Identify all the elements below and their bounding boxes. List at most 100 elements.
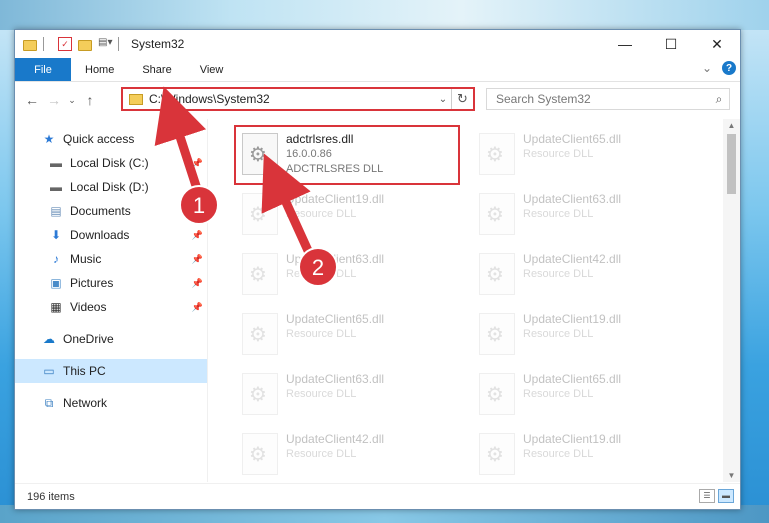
close-button[interactable]: ✕ — [694, 30, 740, 58]
divider — [43, 37, 44, 51]
chevron-down-icon[interactable]: ⌄ — [435, 94, 451, 105]
forward-icon[interactable]: → — [43, 92, 65, 108]
item-count: 196 items — [27, 490, 75, 503]
sidebar-item-label: Local Disk (C:) — [70, 156, 149, 170]
scrollbar-thumb[interactable] — [727, 134, 736, 194]
pin-icon[interactable]: 📌 — [192, 278, 203, 289]
tab-home[interactable]: Home — [71, 58, 128, 81]
file-item[interactable]: UpdateClient63.dll Resource DLL — [234, 367, 458, 425]
computer-icon: ▭ — [43, 364, 55, 378]
file-type: Resource DLL — [286, 268, 357, 280]
dll-file-icon — [479, 133, 515, 175]
window-controls: — ☐ ✕ — [602, 30, 740, 58]
customize-quick-access-icon[interactable]: ▤▾ — [98, 37, 112, 51]
dll-file-icon — [242, 313, 278, 355]
file-item[interactable]: UpdateClient65.dll Resource DLL — [234, 307, 458, 365]
address-bar[interactable]: C:\Windows\System32 ⌄ ↻ — [121, 87, 475, 111]
sidebar-item-label: Network — [63, 396, 108, 410]
dll-file-icon — [479, 313, 515, 355]
details-view-icon[interactable]: ☰ — [699, 489, 715, 503]
sidebar-item-label: Quick access — [63, 132, 135, 146]
recent-locations-icon[interactable]: ⌄ — [65, 95, 79, 106]
file-item[interactable]: UpdateClient19.dll Resource DLL — [471, 307, 695, 365]
file-type: Resource DLL — [523, 328, 594, 340]
file-item[interactable]: UpdateClient42.dll Resource DLL — [234, 427, 458, 482]
file-item[interactable]: UpdateClient65.dll Resource DLL — [471, 367, 695, 425]
pin-icon[interactable]: 📌 — [192, 302, 203, 313]
sidebar-item-onedrive[interactable]: ☁ OneDrive — [15, 327, 207, 351]
sidebar-item-label: This PC — [63, 364, 106, 378]
sidebar-item-label: Pictures — [70, 276, 114, 290]
tab-share[interactable]: Share — [128, 58, 185, 81]
search-icon[interactable]: ⌕ — [709, 92, 729, 107]
search-box[interactable]: Search System32 ⌕ — [486, 88, 730, 110]
window-title: System32 — [131, 37, 185, 51]
sidebar-item-videos[interactable]: ▦ Videos 📌 — [15, 295, 207, 319]
divider — [118, 37, 119, 51]
address-path[interactable]: C:\Windows\System32 — [149, 92, 435, 106]
file-item[interactable]: UpdateClient63.dll Resource DLL — [234, 247, 458, 305]
dll-file-icon — [479, 253, 515, 295]
file-item[interactable]: UpdateClient19.dll Resource DLL — [234, 187, 458, 245]
sidebar-item-local-disk-d[interactable]: ▬ Local Disk (D:) — [15, 175, 207, 199]
star-icon: ★ — [43, 132, 55, 146]
sidebar-item-documents[interactable]: ▤ Documents — [15, 199, 207, 223]
expand-ribbon-icon[interactable]: ⌄ — [702, 61, 712, 75]
refresh-icon[interactable]: ↻ — [451, 89, 473, 109]
download-icon: ⬇ — [50, 228, 62, 242]
file-item[interactable]: UpdateClient42.dll Resource DLL — [471, 247, 695, 305]
file-name: UpdateClient65.dll — [523, 372, 622, 386]
pin-icon[interactable]: 📌 — [192, 158, 203, 169]
file-type: Resource DLL — [523, 268, 594, 280]
dll-file-icon — [242, 253, 278, 295]
sidebar-item-quick-access[interactable]: ★ Quick access — [15, 127, 207, 151]
maximize-button[interactable]: ☐ — [648, 30, 694, 58]
vertical-scrollbar[interactable]: ▲ ▼ — [723, 119, 740, 482]
help-icon[interactable]: ? — [722, 61, 736, 75]
sidebar-item-local-disk-c[interactable]: ▬ Local Disk (C:) 📌 — [15, 151, 207, 175]
videos-icon: ▦ — [50, 300, 62, 314]
pin-icon[interactable]: 📌 — [192, 230, 203, 241]
sidebar-item-music[interactable]: ♪ Music 📌 — [15, 247, 207, 271]
file-item[interactable]: UpdateClient19.dll Resource DLL — [471, 427, 695, 482]
sidebar-item-downloads[interactable]: ⬇ Downloads 📌 — [15, 223, 207, 247]
file-name: UpdateClient63.dll — [286, 372, 385, 386]
sidebar-item-this-pc[interactable]: ▭ This PC — [15, 359, 207, 383]
scroll-down-icon[interactable]: ▼ — [723, 471, 740, 480]
up-icon[interactable]: ↑ — [79, 92, 101, 108]
pin-icon[interactable]: 📌 — [192, 254, 203, 265]
large-icons-view-icon[interactable]: ▬ — [718, 489, 734, 503]
file-name: UpdateClient65.dll — [523, 132, 622, 146]
search-input[interactable]: Search System32 — [496, 92, 709, 106]
drive-icon: ▬ — [50, 180, 62, 194]
file-name: UpdateClient19.dll — [523, 432, 622, 446]
file-name: UpdateClient19.dll — [523, 312, 622, 326]
navigation-bar: ← → ⌄ ↑ C:\Windows\System32 ⌄ ↻ Search S… — [15, 82, 740, 118]
file-type: Resource DLL — [523, 388, 594, 400]
tab-view[interactable]: View — [186, 58, 238, 81]
view-buttons: ☰ ▬ — [699, 489, 734, 503]
file-name: UpdateClient42.dll — [523, 252, 622, 266]
sidebar-item-label: Music — [70, 252, 102, 266]
pictures-icon: ▣ — [50, 276, 62, 290]
new-folder-icon[interactable] — [78, 39, 92, 51]
file-item[interactable]: UpdateClient63.dll Resource DLL — [471, 187, 695, 245]
sidebar-item-pictures[interactable]: ▣ Pictures 📌 — [15, 271, 207, 295]
folder-icon — [23, 39, 37, 51]
file-item[interactable]: UpdateClient65.dll Resource DLL — [471, 127, 695, 185]
properties-icon[interactable]: ✓ — [58, 37, 72, 51]
minimize-button[interactable]: — — [602, 30, 648, 58]
scroll-up-icon[interactable]: ▲ — [723, 121, 740, 130]
dll-file-icon — [242, 373, 278, 415]
file-type: Resource DLL — [523, 208, 594, 220]
tab-file[interactable]: File — [15, 58, 71, 81]
file-name: UpdateClient63.dll — [286, 252, 385, 266]
documents-icon: ▤ — [50, 204, 62, 218]
file-type: Resource DLL — [523, 148, 594, 160]
desktop-background — [0, 0, 769, 30]
sidebar-item-network[interactable]: ⧉ Network — [15, 391, 207, 415]
file-type: Resource DLL — [286, 388, 357, 400]
back-icon[interactable]: ← — [21, 92, 43, 108]
